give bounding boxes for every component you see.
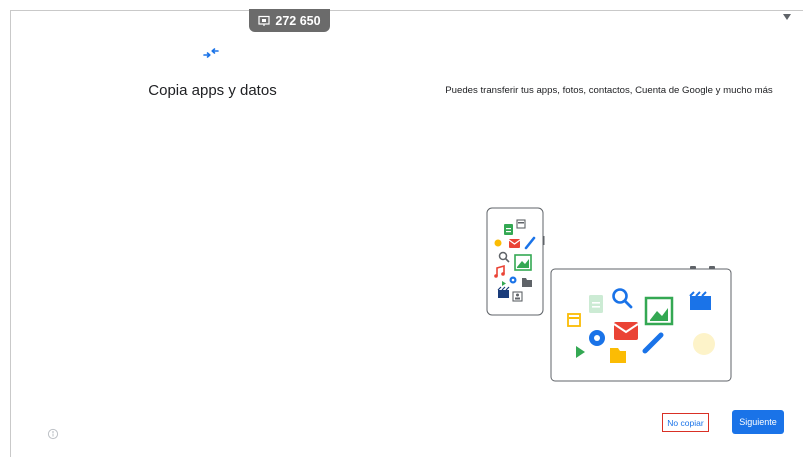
cast-screen-icon [258,15,271,26]
devices-illustration [486,207,732,382]
document-icon [589,295,603,313]
page-description: Puedes transferir tus apps, fotos, conta… [445,85,773,96]
skip-copy-button[interactable]: No copiar [662,413,709,432]
caret-down-icon[interactable] [782,13,792,21]
window-left-border [10,10,11,457]
sun-icon [494,239,502,247]
video-icon [497,286,510,298]
gear-icon [589,330,605,346]
next-button[interactable]: Siguiente [732,410,784,434]
phone-illustration [486,207,545,316]
mail-icon [508,239,521,248]
session-code: 272 650 [275,13,321,28]
session-code-badge[interactable]: 272 650 [249,9,330,32]
accessibility-icon[interactable] [47,428,59,440]
gear-icon [509,276,517,284]
page-title: Copia apps y datos [148,82,277,99]
circle-icon [693,333,715,355]
document-icon [504,224,513,235]
tablet-illustration [550,266,732,382]
window-top-border [10,10,803,11]
mail-icon [613,322,639,340]
transfer-arrows-icon [203,48,219,58]
